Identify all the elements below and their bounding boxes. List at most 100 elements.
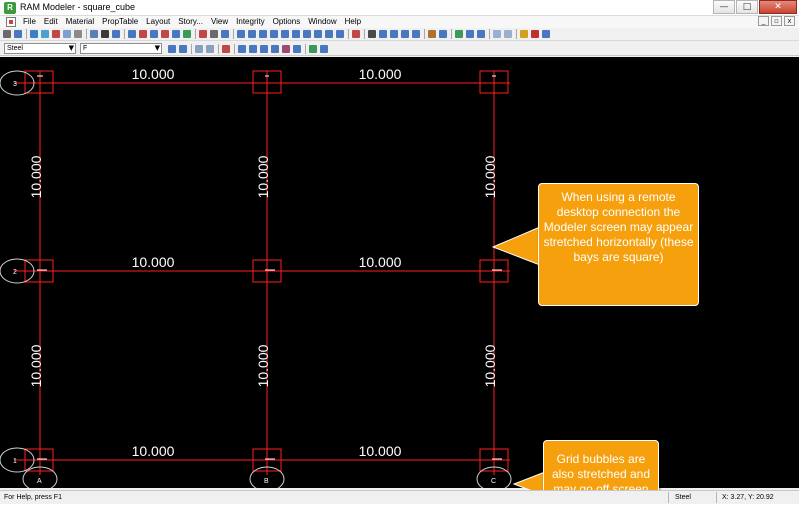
main-tool-icon[interactable]: [455, 30, 463, 38]
toolbar-separator: [233, 29, 234, 39]
member-type-select[interactable]: Steel ▼: [4, 43, 76, 54]
main-tool-icon[interactable]: [63, 30, 71, 38]
main-tool-icon[interactable]: [477, 30, 485, 38]
layout-tool-icon[interactable]: [260, 44, 268, 53]
main-tool-icon[interactable]: [210, 30, 218, 38]
layout-tool-icon[interactable]: [320, 44, 328, 53]
layout-tool-icon[interactable]: [282, 44, 290, 53]
main-tool-icon[interactable]: [221, 30, 229, 38]
main-tool-icon[interactable]: [325, 30, 333, 38]
main-tool-icon[interactable]: [439, 30, 447, 38]
toolbar-separator: [348, 29, 349, 39]
doc-restore-button[interactable]: ▫: [771, 16, 782, 26]
main-tool-icon[interactable]: [379, 30, 387, 38]
status-divider: [716, 492, 717, 503]
app-icon: R: [4, 2, 16, 14]
toolbar-separator: [195, 29, 196, 39]
layout-tool-icon[interactable]: [206, 44, 214, 53]
layout-tool-icon[interactable]: [222, 44, 230, 53]
chevron-down-icon: ▼: [154, 44, 160, 52]
menu-integrity[interactable]: Integrity: [232, 16, 268, 28]
menu-bar: File Edit Material PropTable Layout Stor…: [0, 16, 799, 28]
main-tool-icon[interactable]: [292, 30, 300, 38]
main-tool-icon[interactable]: [248, 30, 256, 38]
main-tool-icon[interactable]: [504, 30, 512, 38]
main-tool-icon[interactable]: [139, 30, 147, 38]
main-tool-icon[interactable]: [199, 30, 207, 38]
main-tool-icon[interactable]: [150, 30, 158, 38]
toolbar-separator: [424, 29, 425, 39]
main-tool-icon[interactable]: [172, 30, 180, 38]
main-tool-icon[interactable]: [336, 30, 344, 38]
toolbar-separator: [516, 29, 517, 39]
main-tool-icon[interactable]: [493, 30, 501, 38]
grid-bubble-b-label: B: [264, 478, 269, 485]
main-tool-icon[interactable]: [270, 30, 278, 38]
main-tool-icon[interactable]: [542, 30, 550, 38]
grid-bubble-2-label: 2: [13, 269, 17, 276]
story-select[interactable]: F ▼: [80, 43, 162, 54]
grid-bubble-a-label: A: [37, 478, 42, 485]
menu-options[interactable]: Options: [269, 16, 305, 28]
main-tool-icon[interactable]: [303, 30, 311, 38]
layout-tool-icon[interactable]: [179, 44, 187, 53]
main-tool-icon[interactable]: [466, 30, 474, 38]
menu-proptable[interactable]: PropTable: [98, 16, 142, 28]
layout-tool-icon[interactable]: [168, 44, 176, 53]
main-tool-icon[interactable]: [52, 30, 60, 38]
minimize-button[interactable]: —: [713, 0, 735, 14]
layout-tool-icon[interactable]: [249, 44, 257, 53]
main-tool-icon[interactable]: [352, 30, 360, 38]
main-tool-icon[interactable]: [14, 30, 22, 38]
doc-close-button[interactable]: x: [784, 16, 795, 26]
menu-window[interactable]: Window: [304, 16, 340, 28]
beam-length-label: 10.000: [482, 344, 498, 387]
layout-tool-icon[interactable]: [195, 44, 203, 53]
menu-layout[interactable]: Layout: [142, 16, 174, 28]
menu-file[interactable]: File: [19, 16, 40, 28]
menu-view[interactable]: View: [207, 16, 232, 28]
menu-help[interactable]: Help: [341, 16, 365, 28]
layout-tool-icon[interactable]: [238, 44, 246, 53]
main-tool-icon[interactable]: [390, 30, 398, 38]
maximize-button[interactable]: □: [736, 0, 758, 14]
layout-tool-icon[interactable]: [309, 44, 317, 53]
window-title: RAM Modeler - square_cube: [20, 2, 136, 12]
main-tool-icon[interactable]: [30, 30, 38, 38]
main-tool-icon[interactable]: [401, 30, 409, 38]
main-tool-icon[interactable]: [3, 30, 11, 38]
main-tool-icon[interactable]: [412, 30, 420, 38]
layout-tool-icon[interactable]: [293, 44, 301, 53]
toolbar-separator: [305, 43, 306, 54]
main-tool-icon[interactable]: [531, 30, 539, 38]
main-tool-icon[interactable]: [237, 30, 245, 38]
layout-tool-icon[interactable]: [271, 44, 279, 53]
document-icon[interactable]: [6, 17, 16, 27]
beam-length-label: 10.000: [359, 66, 402, 82]
main-tool-icon[interactable]: [314, 30, 322, 38]
main-tool-icon[interactable]: [183, 30, 191, 38]
grid-bubble-1-label: 1: [13, 458, 17, 465]
main-tool-icon[interactable]: [101, 30, 109, 38]
toolbar-separator: [26, 29, 27, 39]
main-tool-icon[interactable]: [41, 30, 49, 38]
status-bar: For Help, press F1 Steel X: 3.27, Y: 20.…: [0, 490, 799, 504]
main-tool-icon[interactable]: [90, 30, 98, 38]
menu-story[interactable]: Story...: [174, 16, 207, 28]
close-button[interactable]: ✕: [759, 0, 797, 14]
main-tool-icon[interactable]: [128, 30, 136, 38]
document-window-controls: _ ▫ x: [756, 16, 795, 26]
stretched-screen-note: When using a remote desktop connection t…: [543, 190, 694, 264]
grid-bubble-c-label: C: [491, 478, 496, 485]
main-tool-icon[interactable]: [259, 30, 267, 38]
main-tool-icon[interactable]: [520, 30, 528, 38]
doc-minimize-button[interactable]: _: [758, 16, 769, 26]
main-tool-icon[interactable]: [74, 30, 82, 38]
main-tool-icon[interactable]: [281, 30, 289, 38]
main-tool-icon[interactable]: [428, 30, 436, 38]
main-tool-icon[interactable]: [112, 30, 120, 38]
main-tool-icon[interactable]: [368, 30, 376, 38]
menu-edit[interactable]: Edit: [40, 16, 62, 28]
menu-material[interactable]: Material: [62, 16, 98, 28]
main-tool-icon[interactable]: [161, 30, 169, 38]
